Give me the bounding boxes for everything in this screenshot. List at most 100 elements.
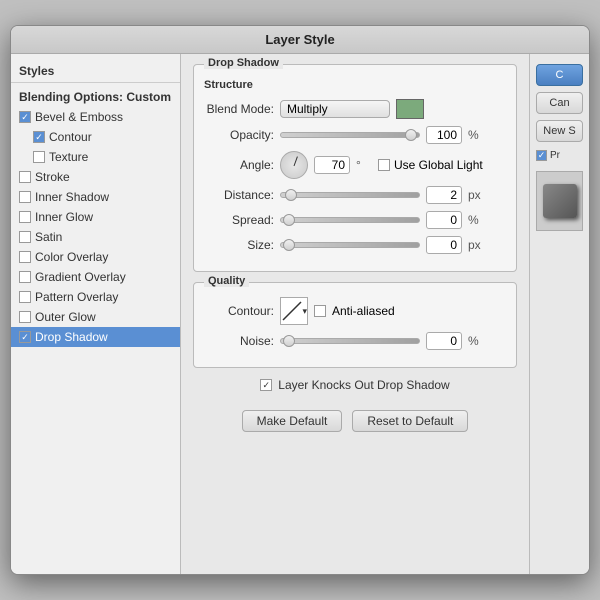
knocks-out-checkbox[interactable] (260, 379, 272, 391)
gradient-overlay-checkbox[interactable] (19, 271, 31, 283)
noise-input[interactable] (426, 332, 462, 350)
quality-label: Quality (204, 275, 249, 287)
spread-input[interactable] (426, 211, 462, 229)
size-slider[interactable] (280, 242, 420, 248)
global-light-row: Use Global Light (378, 158, 483, 172)
reset-default-button[interactable]: Reset to Default (352, 410, 468, 432)
angle-dial[interactable] (280, 151, 308, 179)
noise-row: Noise: % (204, 332, 506, 350)
noise-slider[interactable] (280, 338, 420, 344)
dialog-body: Styles Blending Options: Custom Bevel & … (11, 54, 589, 574)
angle-row: Angle: ° Use Global Light (204, 151, 506, 179)
bevel-emboss-checkbox[interactable] (19, 111, 31, 123)
anti-aliased-checkbox[interactable] (314, 305, 326, 317)
noise-label: Noise: (204, 334, 274, 348)
sidebar-item-blending-options[interactable]: Blending Options: Custom (11, 87, 180, 107)
contour-preview[interactable]: ▾ (280, 297, 308, 325)
global-light-label: Use Global Light (394, 158, 483, 172)
make-default-button[interactable]: Make Default (242, 410, 343, 432)
contour-curve-icon (281, 300, 302, 322)
texture-checkbox[interactable] (33, 151, 45, 163)
knocks-out-label: Layer Knocks Out Drop Shadow (278, 378, 449, 392)
size-label: Size: (204, 238, 274, 252)
sidebar-item-stroke[interactable]: Stroke (11, 167, 180, 187)
angle-unit: ° (356, 158, 372, 172)
opacity-label: Opacity: (204, 128, 274, 142)
distance-input[interactable] (426, 186, 462, 204)
color-overlay-checkbox[interactable] (19, 251, 31, 263)
preview-box (536, 171, 583, 231)
angle-input[interactable] (314, 156, 350, 174)
inner-glow-checkbox[interactable] (19, 211, 31, 223)
sidebar-item-contour[interactable]: Contour (11, 127, 180, 147)
satin-checkbox[interactable] (19, 231, 31, 243)
contour-label: Contour: (204, 304, 274, 318)
shadow-color-swatch[interactable] (396, 99, 424, 119)
layer-style-dialog: Layer Style Styles Blending Options: Cus… (10, 25, 590, 575)
sidebar-item-inner-shadow[interactable]: Inner Shadow (11, 187, 180, 207)
right-panel: C Can New S Pr (529, 54, 589, 574)
sidebar-item-pattern-overlay-label: Pattern Overlay (35, 290, 118, 304)
distance-row: Distance: px (204, 186, 506, 204)
bottom-actions: Make Default Reset to Default (193, 400, 517, 436)
sidebar-item-bevel-emboss[interactable]: Bevel & Emboss (11, 107, 180, 127)
distance-slider-thumb[interactable] (285, 189, 297, 201)
new-style-button[interactable]: New S (536, 120, 583, 142)
contour-checkbox[interactable] (33, 131, 45, 143)
sidebar-item-texture-label: Texture (49, 150, 88, 164)
dialog-title: Layer Style (265, 32, 334, 47)
size-unit: px (468, 238, 484, 252)
section-drop-shadow-title: Drop Shadow (204, 57, 283, 69)
structure-label: Structure (204, 79, 506, 91)
preview-checkbox[interactable] (536, 150, 547, 161)
sidebar-item-outer-glow[interactable]: Outer Glow (11, 307, 180, 327)
quality-content: Contour: ▾ Anti-aliased Noise: (194, 283, 516, 367)
angle-label: Angle: (204, 158, 274, 172)
opacity-unit: % (468, 128, 484, 142)
sidebar-item-satin[interactable]: Satin (11, 227, 180, 247)
dialog-title-bar: Layer Style (11, 26, 589, 54)
opacity-input[interactable] (426, 126, 462, 144)
ok-button[interactable]: C (536, 64, 583, 86)
distance-slider[interactable] (280, 192, 420, 198)
sidebar-item-color-overlay[interactable]: Color Overlay (11, 247, 180, 267)
spread-slider[interactable] (280, 217, 420, 223)
sidebar-item-drop-shadow-label: Drop Shadow (35, 330, 108, 344)
size-input[interactable] (426, 236, 462, 254)
spread-slider-thumb[interactable] (283, 214, 295, 226)
sidebar-item-blending-options-label: Blending Options: Custom (19, 90, 171, 104)
sidebar-item-gradient-overlay-label: Gradient Overlay (35, 270, 126, 284)
noise-unit: % (468, 334, 484, 348)
middle-panel: Drop Shadow Structure Blend Mode: Multip… (181, 54, 529, 574)
opacity-slider-thumb[interactable] (405, 129, 417, 141)
drop-shadow-checkbox[interactable] (19, 331, 31, 343)
sidebar-item-gradient-overlay[interactable]: Gradient Overlay (11, 267, 180, 287)
size-slider-thumb[interactable] (283, 239, 295, 251)
angle-dial-line (294, 156, 298, 166)
global-light-checkbox[interactable] (378, 159, 390, 171)
opacity-row: Opacity: % (204, 126, 506, 144)
left-panel: Styles Blending Options: Custom Bevel & … (11, 54, 181, 574)
sidebar-item-inner-glow[interactable]: Inner Glow (11, 207, 180, 227)
inner-shadow-checkbox[interactable] (19, 191, 31, 203)
sidebar-item-color-overlay-label: Color Overlay (35, 250, 108, 264)
sidebar-item-drop-shadow[interactable]: Drop Shadow (11, 327, 180, 347)
spread-unit: % (468, 213, 484, 227)
structure-section: Drop Shadow Structure Blend Mode: Multip… (193, 64, 517, 272)
opacity-slider[interactable] (280, 132, 420, 138)
noise-slider-thumb[interactable] (283, 335, 295, 347)
distance-unit: px (468, 188, 484, 202)
blend-mode-select[interactable]: Multiply Normal Dissolve Screen Overlay (280, 100, 390, 118)
sidebar-item-bevel-label: Bevel & Emboss (35, 110, 123, 124)
cancel-button[interactable]: Can (536, 92, 583, 114)
sidebar-item-texture[interactable]: Texture (11, 147, 180, 167)
outer-glow-checkbox[interactable] (19, 311, 31, 323)
pattern-overlay-checkbox[interactable] (19, 291, 31, 303)
stroke-checkbox[interactable] (19, 171, 31, 183)
sidebar-item-pattern-overlay[interactable]: Pattern Overlay (11, 287, 180, 307)
styles-header: Styles (11, 62, 180, 83)
contour-row: Contour: ▾ Anti-aliased (204, 297, 506, 325)
preview-label: Pr (550, 150, 560, 161)
blend-mode-label: Blend Mode: (204, 102, 274, 116)
spread-label: Spread: (204, 213, 274, 227)
